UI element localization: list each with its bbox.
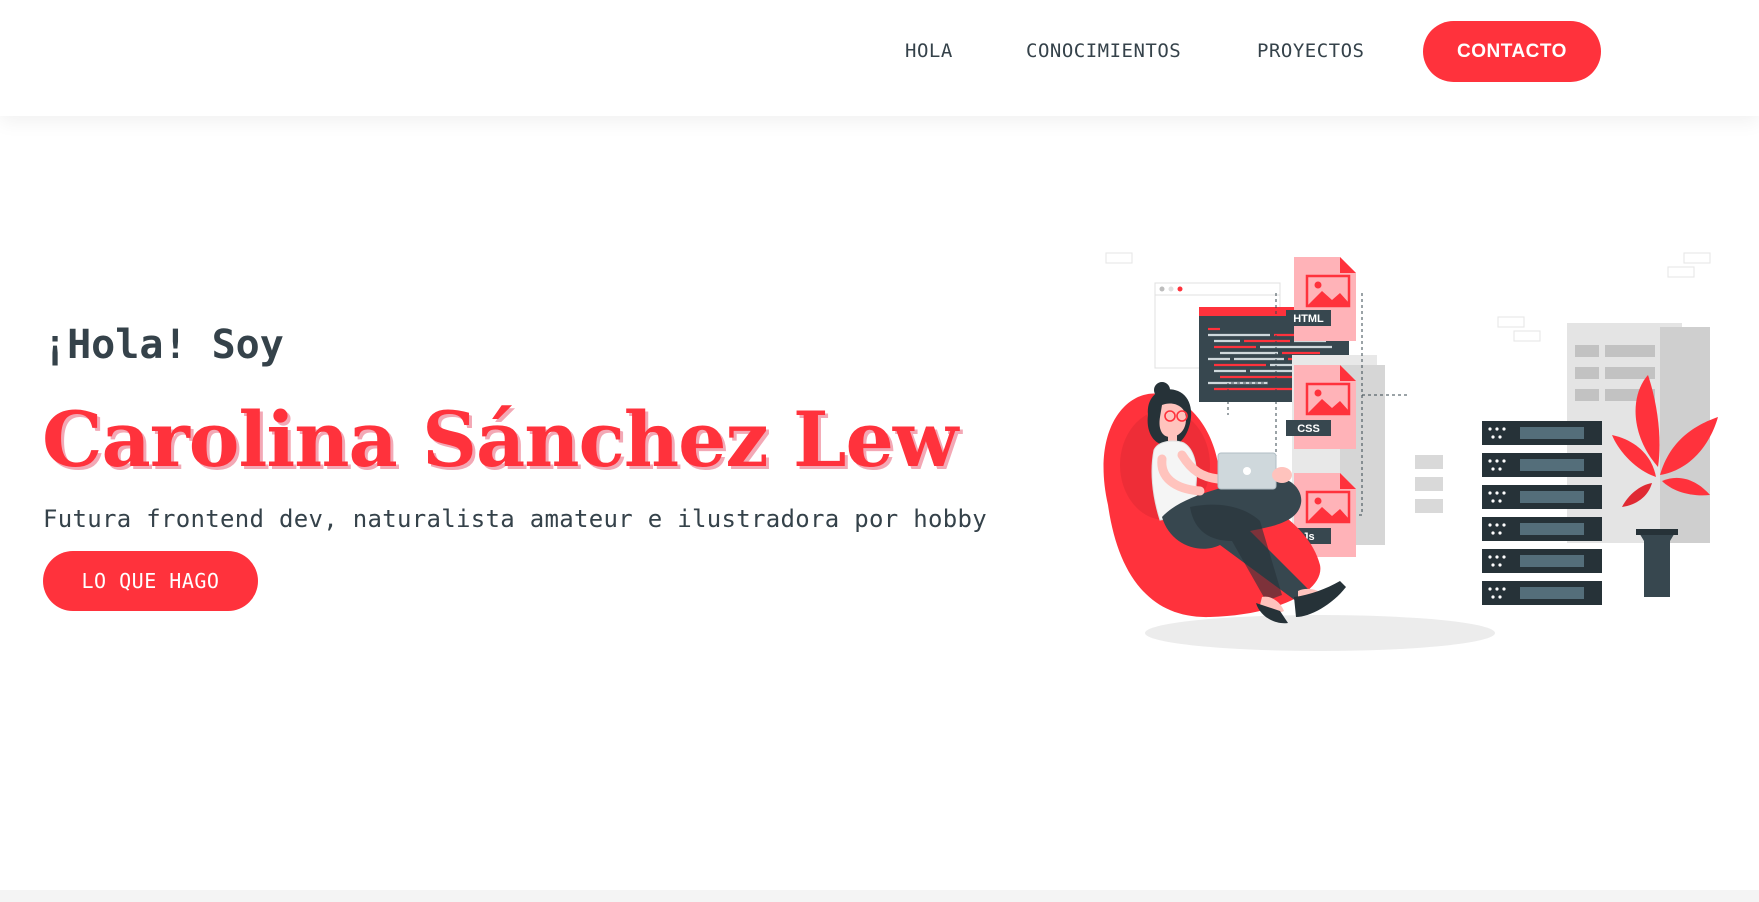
hero-greeting: ¡Hola! Soy — [43, 322, 284, 368]
developer-illustration: HTML CSS Js — [1070, 245, 1730, 665]
server-bg-slots-left — [1415, 455, 1443, 513]
top-navbar: HOLA CONOCIMIENTOS PROYECTOS CONTACTO — [0, 0, 1759, 116]
deco-rect — [1513, 330, 1541, 342]
nav-link-proyectos[interactable]: PROYECTOS — [1257, 40, 1364, 62]
developer-illustration-svg: HTML CSS Js — [1103, 252, 1718, 651]
html-file-icon: HTML — [1286, 257, 1356, 341]
deco-rect — [1105, 252, 1133, 264]
css-file-icon: CSS — [1286, 365, 1356, 449]
browser-dot — [1159, 286, 1165, 292]
next-section-edge — [0, 890, 1759, 902]
browser-dot — [1177, 286, 1183, 292]
what-i-do-button[interactable]: LO QUE HAGO — [43, 551, 258, 611]
contact-button[interactable]: CONTACTO — [1423, 21, 1601, 82]
deco-rect — [1667, 266, 1695, 278]
html-file-label: HTML — [1293, 313, 1324, 325]
deco-rect — [1497, 316, 1525, 328]
nav-link-hola[interactable]: HOLA — [905, 40, 953, 62]
browser-dot — [1168, 286, 1174, 292]
hero-name-title: Carolina Sánchez Lew — [42, 395, 958, 484]
css-file-label: CSS — [1297, 423, 1320, 435]
deco-rect — [1683, 252, 1711, 264]
nav-link-conocimientos[interactable]: CONOCIMIENTOS — [1026, 40, 1181, 62]
hero-subtitle: Futura frontend dev, naturalista amateur… — [43, 505, 987, 533]
floor-shadow — [1145, 615, 1495, 651]
